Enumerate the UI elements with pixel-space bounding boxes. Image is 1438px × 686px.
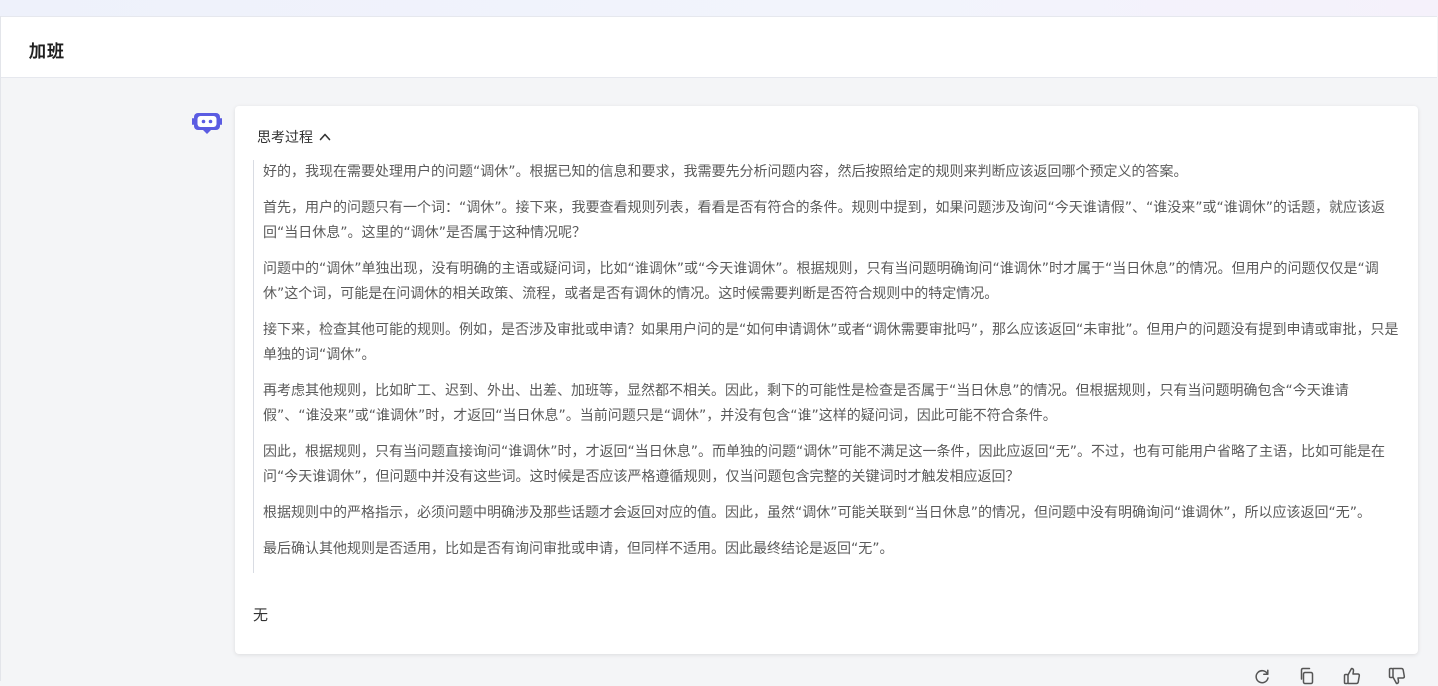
thinking-paragraph: 首先，用户的问题只有一个词：“调休”。接下来，我要查看规则列表，看看是否有符合的… [263, 200, 1386, 241]
thumbs-down-icon[interactable] [1387, 666, 1407, 686]
bot-avatar-icon [192, 110, 222, 136]
conversation-header: 加班 [1, 16, 1437, 78]
copy-icon[interactable] [1297, 666, 1317, 686]
thinking-paragraph: 问题中的“调休”单独出现，没有明确的主语或疑问词，比如“谁调休”或“今天谁调休”… [263, 261, 1379, 302]
message-actions [1252, 666, 1432, 686]
page-title: 加班 [29, 42, 65, 62]
thinking-paragraph: 根据规则中的严格指示，必须问题中明确涉及那些话题才会返回对应的值。因此，虽然“调… [263, 505, 1372, 521]
bot-message-card: 思考过程 好的，我现在需要处理用户的问题“调休”。根据已知的信息和要求，我需要先… [235, 106, 1418, 654]
thinking-paragraph: 接下来，检查其他可能的规则。例如，是否涉及审批或申请？如果用户问的是“如何申请调… [263, 322, 1399, 363]
thinking-toggle-button[interactable]: 思考过程 [257, 127, 331, 147]
thinking-content: 好的，我现在需要处理用户的问题“调休”。根据已知的信息和要求，我需要先分析问题内… [253, 160, 1399, 573]
top-gradient-strip [0, 0, 1438, 16]
refresh-icon[interactable] [1252, 666, 1272, 686]
thinking-paragraph: 好的，我现在需要处理用户的问题“调休”。根据已知的信息和要求，我需要先分析问题内… [263, 164, 1188, 180]
thinking-paragraph: 因此，根据规则，只有当问题直接询问“谁调休”时，才返回“当日休息”。而单独的问题… [263, 444, 1386, 485]
thinking-toggle-label: 思考过程 [257, 130, 313, 146]
chevron-up-icon [319, 131, 331, 143]
left-divider [0, 16, 1, 681]
thinking-paragraph: 最后确认其他规则是否适用，比如是否有询问审批或申请，但同样不适用。因此最终结论是… [263, 541, 894, 557]
thinking-paragraph: 再考虑其他规则，比如旷工、迟到、外出、出差、加班等，显然都不相关。因此，剩下的可… [263, 383, 1349, 424]
thumbs-up-icon[interactable] [1342, 666, 1362, 686]
answer-text: 无 [253, 606, 269, 624]
